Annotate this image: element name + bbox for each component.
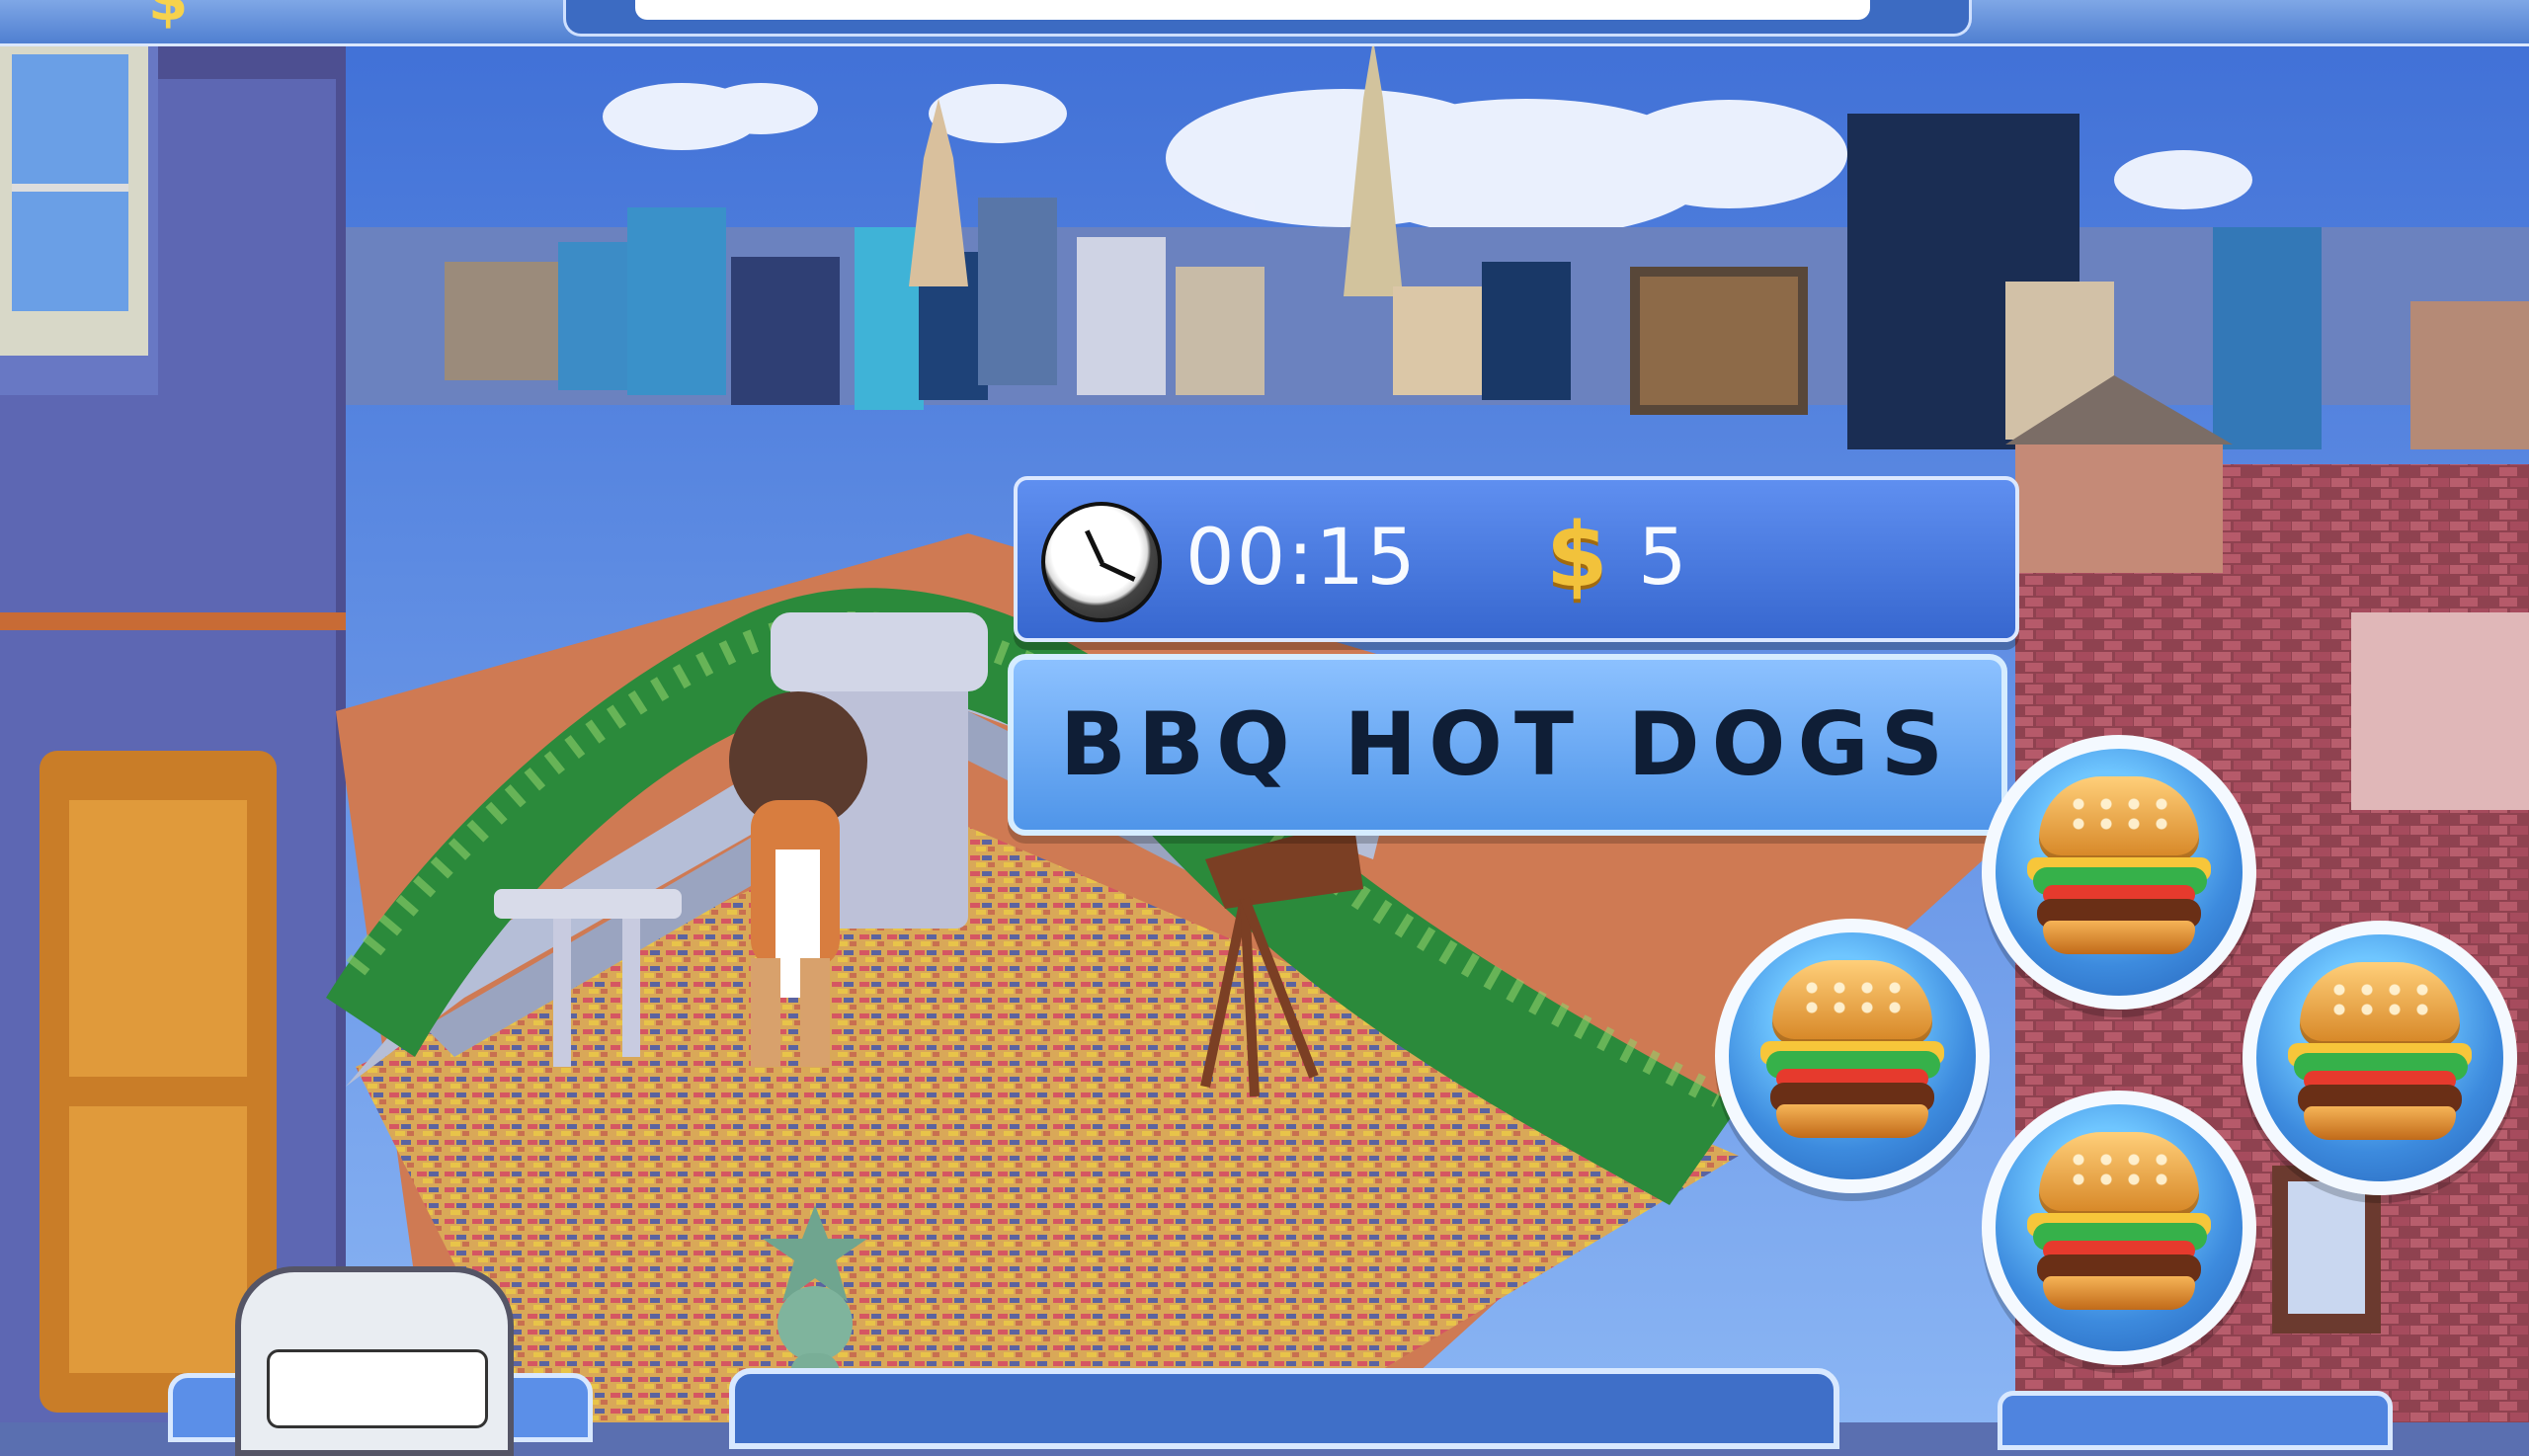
- timer-value: 00:15: [1185, 514, 1418, 603]
- top-progress-fill: [635, 0, 1870, 20]
- bottom-action-panel: [729, 1368, 1839, 1449]
- top-progress-bar: [563, 0, 1972, 37]
- top-money-indicator: $: [148, 0, 189, 34]
- burger-icon: [2027, 1132, 2211, 1310]
- recipe-title: BBQ HOT DOGS: [1059, 693, 1956, 795]
- burger-choice-bottom[interactable]: [1982, 1091, 2256, 1365]
- burger-choice-left[interactable]: [1715, 919, 1990, 1193]
- game-hud: 00:15 $ 5: [1014, 476, 2019, 642]
- recipe-banner: BBQ HOT DOGS: [1008, 654, 2007, 836]
- burger-icon: [2288, 962, 2472, 1140]
- clock-icon: [1041, 502, 1162, 622]
- dollar-icon: $: [1546, 504, 1608, 607]
- phone-icon[interactable]: [235, 1266, 514, 1456]
- top-status-bar: $: [0, 0, 2529, 46]
- bottom-right-panel: [1998, 1391, 2393, 1450]
- money-value: 5: [1638, 514, 1687, 603]
- burger-choice-top[interactable]: [1982, 735, 2256, 1010]
- burger-icon: [1760, 960, 1944, 1138]
- burger-choice-right[interactable]: [2243, 921, 2517, 1195]
- message-icon: [267, 1349, 488, 1428]
- left-building: [0, 0, 346, 1422]
- burger-icon: [2027, 776, 2211, 954]
